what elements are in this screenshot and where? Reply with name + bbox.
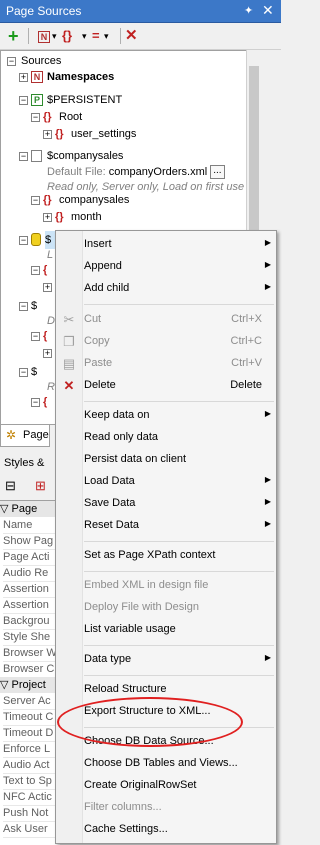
menu-item-embed-xml[interactable]: Embed XML in design file [56, 575, 276, 597]
property-row[interactable]: Server Ac [3, 693, 59, 710]
submenu-arrow-icon: ▶ [264, 282, 271, 291]
collapse-icon: − [19, 95, 28, 105]
property-group-header[interactable]: ▽ Project [0, 677, 60, 693]
element-icon: {} [55, 128, 64, 140]
menu-item-choose-db-tables[interactable]: Choose DB Tables and Views... [56, 753, 276, 775]
submenu-arrow-icon: ▶ [264, 238, 271, 247]
close-icon[interactable]: ✕ [262, 2, 274, 19]
submenu-arrow-icon: ▶ [264, 653, 271, 662]
styles-panel-header: Styles & [4, 457, 45, 469]
collapse-icon: − [7, 56, 16, 66]
menu-item-create-rowset[interactable]: Create OriginalRowSet [56, 775, 276, 797]
menu-item-add-child[interactable]: Add child ▶ [56, 278, 276, 300]
menu-item-cut[interactable]: ✂ Cut Ctrl+X [56, 309, 276, 331]
element-icon: {} [43, 111, 52, 123]
menu-item-load-data[interactable]: Load Data ▶ [56, 471, 276, 493]
tab-page[interactable]: ✲ Page [0, 425, 50, 447]
property-row[interactable]: Show Pag [3, 533, 59, 550]
chevron-down-icon[interactable]: ▾ [52, 27, 57, 45]
property-row[interactable]: Browser C [3, 661, 59, 678]
property-row[interactable]: Push Not [3, 805, 59, 822]
tab-page-label: Page [23, 429, 49, 441]
chevron-down-icon[interactable]: ▾ [82, 27, 87, 45]
property-row[interactable]: Enforce L [3, 741, 59, 758]
style-icon[interactable]: ⊞ [35, 478, 46, 494]
menu-item-deploy-file[interactable]: Deploy File with Design [56, 597, 276, 619]
properties-list: ▽ Page Name Show Pag Page Acti Audio Re Asser… [0, 500, 60, 845]
element-icon: {} [43, 194, 52, 206]
delete-icon: ✕ [63, 378, 75, 393]
menu-item-filter-columns[interactable]: Filter columns... [56, 797, 276, 819]
expand-icon: + [19, 72, 28, 82]
menu-item-paste[interactable]: ▤ Paste Ctrl+V [56, 353, 276, 375]
property-row[interactable]: Assertion [3, 581, 59, 598]
highlight-circle [57, 697, 243, 747]
menu-item-cache-settings[interactable]: Cache Settings... [56, 819, 276, 841]
expand-icon: + [43, 129, 52, 139]
delete-icon[interactable]: ✕ [125, 27, 138, 45]
partial-text: L [47, 249, 54, 261]
db-icon [31, 233, 41, 246]
menu-item-data-type[interactable]: Data type ▶ [56, 649, 276, 671]
add-source-icon[interactable]: + [8, 27, 19, 45]
pin-icon[interactable]: ✦ [244, 4, 253, 17]
property-row[interactable]: Style She [3, 629, 59, 646]
property-row[interactable]: NFC Actic [3, 789, 59, 806]
scissors-icon: ✂ [63, 312, 75, 327]
submenu-arrow-icon: ▶ [264, 409, 271, 418]
paste-icon: ▤ [62, 356, 76, 371]
add-attribute-icon[interactable]: = [92, 27, 100, 45]
menu-item-keep-data-on[interactable]: Keep data on ▶ [56, 405, 276, 427]
menu-item-delete[interactable]: ✕ Delete Delete [56, 375, 276, 397]
copy-icon: ❐ [63, 334, 75, 349]
menu-item-append[interactable]: Append ▶ [56, 256, 276, 278]
property-row[interactable]: Page Acti [3, 549, 59, 566]
partial-text: R [47, 381, 55, 393]
gear-icon: ✲ [6, 428, 17, 442]
browse-file-button[interactable]: ... [210, 165, 225, 180]
property-row[interactable]: Audio Re [3, 565, 59, 582]
menu-item-insert[interactable]: Insert ▶ [56, 234, 276, 256]
collapse-icon: − [19, 235, 28, 245]
property-row[interactable]: Assertion [3, 597, 59, 614]
file-icon [31, 147, 42, 165]
context-menu: Insert ▶ Append ▶ Add child ▶ ✂ Cut Ctrl+X ❐ C… [55, 230, 277, 844]
collapse-icon: − [31, 195, 40, 205]
add-namespace-icon[interactable]: N [38, 27, 50, 45]
submenu-arrow-icon: ▶ [264, 260, 271, 269]
menu-item-copy[interactable]: ❐ Copy Ctrl+C [56, 331, 276, 353]
panel-title: Page Sources [6, 4, 82, 18]
styles-toolbar: ⊟ ⊞ [0, 476, 60, 498]
partial-text: D [47, 315, 55, 327]
list-icon[interactable]: ⊟ [5, 478, 16, 494]
menu-item-save-data[interactable]: Save Data ▶ [56, 493, 276, 515]
property-group-header[interactable]: ▽ Page [0, 501, 60, 517]
property-row[interactable]: Browser W [3, 645, 59, 662]
property-row[interactable]: Timeout D [3, 725, 59, 742]
submenu-arrow-icon: ▶ [264, 475, 271, 484]
collapse-icon: − [19, 151, 28, 161]
submenu-arrow-icon: ▶ [264, 519, 271, 528]
collapse-icon: − [31, 112, 40, 122]
toolbar: + N ▾ {} ▾ = ▾ ✕ [0, 23, 281, 50]
chevron-down-icon[interactable]: ▾ [104, 27, 109, 45]
element-icon: {} [55, 211, 64, 223]
property-row[interactable]: Name [3, 517, 59, 534]
namespace-icon: N [31, 68, 43, 86]
menu-item-reset-data[interactable]: Reset Data ▶ [56, 515, 276, 537]
property-row[interactable]: Ask User [3, 821, 59, 838]
menu-item-persist-data[interactable]: Persist data on client [56, 449, 276, 471]
property-row[interactable]: Text to Sp [3, 773, 59, 790]
property-row[interactable]: Timeout C [3, 709, 59, 726]
property-row[interactable]: Audio Act [3, 757, 59, 774]
panel-title-bar: Page Sources ✦ ✕ [0, 0, 281, 23]
add-element-icon[interactable]: {} [62, 27, 72, 45]
menu-item-list-usage[interactable]: List variable usage [56, 619, 276, 641]
menu-item-set-xpath[interactable]: Set as Page XPath context [56, 545, 276, 567]
persistent-icon: P [31, 91, 43, 109]
property-row[interactable]: Backgrou [3, 613, 59, 630]
submenu-arrow-icon: ▶ [264, 497, 271, 506]
menu-item-read-only-data[interactable]: Read only data [56, 427, 276, 449]
expand-icon: + [43, 212, 52, 222]
